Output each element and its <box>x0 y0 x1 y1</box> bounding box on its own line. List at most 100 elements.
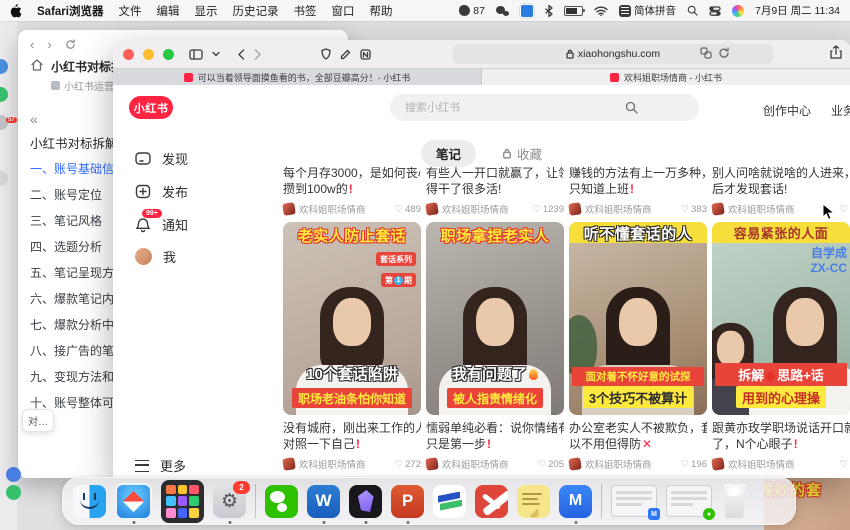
tab-collections[interactable]: 收藏 <box>502 144 542 163</box>
apple-menu-icon[interactable] <box>10 4 22 18</box>
xiaohongshu-logo[interactable]: 小红书 <box>129 96 173 119</box>
floating-app-icon[interactable] <box>6 467 21 482</box>
extension-icon[interactable] <box>340 49 351 60</box>
translate-icon[interactable] <box>700 47 712 59</box>
sidebar-item-publish[interactable]: 发布 <box>135 182 188 201</box>
dock-obsidian-icon[interactable] <box>349 485 382 518</box>
heart-icon[interactable]: ♡ <box>681 459 690 470</box>
search-icon[interactable] <box>625 101 638 119</box>
minimize-window-button[interactable] <box>143 49 154 60</box>
note-caption[interactable]: 没有城府，刚出来工作的人，来 对照一下自己! 欢科姐职场情商♡272 <box>283 420 421 471</box>
back-icon[interactable]: ‹ <box>30 37 34 52</box>
sidebar-item-me[interactable]: 我 <box>135 247 176 266</box>
floating-note-widget[interactable]: 对… <box>22 409 54 432</box>
caption-line: 只是第一步 <box>426 437 486 451</box>
bluetooth-icon[interactable] <box>545 5 553 17</box>
siri-icon[interactable] <box>732 5 744 17</box>
menu-item-file[interactable]: 文件 <box>118 3 141 19</box>
tab-notes[interactable]: 笔记 <box>421 140 476 167</box>
heart-icon[interactable]: ♡ <box>532 204 541 215</box>
heart-icon[interactable]: ♡ <box>538 459 547 470</box>
dock-system-settings-icon[interactable]: ⚙2 <box>213 485 246 518</box>
dock-stickies-icon[interactable] <box>517 485 550 518</box>
note-card-text[interactable]: 有些人一开口就赢了，让领导觉 得干了很多活! 欢科姐职场情商♡1239 <box>426 165 564 216</box>
minimized-window-thumbnail[interactable]: M <box>611 485 657 517</box>
creator-center-link[interactable]: 创作中心 <box>763 102 811 119</box>
wechat-status-icon[interactable] <box>496 6 509 16</box>
notion-extension-icon[interactable] <box>360 49 371 60</box>
menu-item-edit[interactable]: 编辑 <box>156 3 179 19</box>
home-icon[interactable] <box>30 58 44 72</box>
dock-divider <box>255 484 256 518</box>
menu-item-help[interactable]: 帮助 <box>369 3 392 19</box>
menu-item-window[interactable]: 窗口 <box>331 3 354 19</box>
browser-tab[interactable]: 可以当着领导面摸鱼看的书，全部豆瓣高分！- 小红书 <box>113 69 482 86</box>
cover-subtitle: 拆解 <box>738 368 764 383</box>
heart-icon[interactable]: ♡ <box>395 459 404 470</box>
dock-modao-icon[interactable]: M <box>559 485 592 518</box>
dock-trash-icon[interactable] <box>721 484 748 518</box>
dock-safari-icon[interactable] <box>115 483 152 520</box>
battery-icon[interactable] <box>564 6 583 16</box>
note-grid: 每个月存3000，是如何丧心病狂 攒到100w的! 欢科姐职场情商♡489 老实… <box>283 165 850 471</box>
modao-badge-icon: M <box>648 508 660 520</box>
business-link[interactable]: 业务 <box>831 102 850 119</box>
note-card-text[interactable]: 赚钱的方法有上一万多种，你却 只知道上班! 欢科姐职场情商♡383 <box>569 165 707 216</box>
menu-item-view[interactable]: 显示 <box>194 3 217 19</box>
floating-app-icon[interactable] <box>6 485 21 500</box>
sidebar-item-notifications[interactable]: 99+ 通知 <box>135 215 188 234</box>
dock-xmind-icon[interactable] <box>475 485 508 518</box>
back-icon[interactable] <box>237 49 245 60</box>
heart-icon[interactable]: ♡ <box>839 459 848 470</box>
note-caption[interactable]: 办公室老实人不被欺负，套话可 以不用但得防✕ 欢科姐职场情商♡196 <box>569 420 707 471</box>
note-caption[interactable]: 懦弱单纯必看：说你情绪有问题 只是第一步! 欢科姐职场情商♡205 <box>426 420 564 471</box>
avatar <box>0 87 8 102</box>
zoom-window-button[interactable] <box>163 49 174 60</box>
dock-finder-icon[interactable] <box>73 485 106 518</box>
input-source-icon[interactable] <box>520 4 534 18</box>
sidebar-toggle-icon[interactable] <box>189 49 203 60</box>
sidebar-item-more[interactable]: 更多 <box>135 456 186 475</box>
heart-icon[interactable]: ♡ <box>839 204 848 215</box>
dock-launchpad-icon[interactable] <box>161 480 204 523</box>
author-name: 欢科姐职场情商 <box>585 457 677 471</box>
dock-word-icon[interactable]: W <box>307 485 340 518</box>
dock-docs-app-icon[interactable] <box>433 485 466 518</box>
chevron-down-icon[interactable] <box>212 51 220 57</box>
reload-icon[interactable] <box>718 47 730 59</box>
minimized-window-thumbnail[interactable]: ● <box>666 485 712 517</box>
spotlight-icon[interactable] <box>687 5 698 16</box>
control-center-icon[interactable] <box>709 6 721 16</box>
forward-icon[interactable]: › <box>47 37 51 52</box>
menu-bar-clock[interactable]: 7月9日 周二 11:34 <box>755 3 840 18</box>
input-method-indicator[interactable]: 简体拼音 <box>619 3 676 18</box>
watermark: 自学成 ZX-CC <box>810 246 847 276</box>
browser-tab-active[interactable]: 欢科姐职场情商 - 小红书 <box>482 69 850 86</box>
close-window-button[interactable] <box>123 49 134 60</box>
share-icon[interactable] <box>830 45 842 64</box>
reload-icon[interactable] <box>65 39 76 50</box>
exclamation-mark: ! <box>356 437 360 451</box>
dock-powerpoint-icon[interactable]: P <box>391 485 424 518</box>
cover-subtitle: 我有问题了 <box>452 366 527 383</box>
note-caption[interactable]: 跟黄亦玫学职场说话开口就赢 了，N个心眼子! 欢科姐职场情商♡ <box>712 420 850 471</box>
avatar <box>135 248 152 265</box>
book-icon <box>51 81 60 90</box>
privacy-shield-icon[interactable] <box>321 48 331 60</box>
search-input[interactable] <box>390 94 699 121</box>
menu-item-history[interactable]: 历史记录 <box>232 3 278 19</box>
status-app-icon[interactable]: 87 <box>459 5 485 17</box>
avatar <box>282 457 296 471</box>
dock-wechat-icon[interactable] <box>265 485 298 518</box>
forward-icon[interactable] <box>254 49 262 60</box>
note-card-image[interactable]: 职场拿捏老实人 我有问题了 被人指责情绪化 <box>426 222 564 415</box>
note-card-image[interactable]: 老实人防止套话 套话系列 第1期 10个套话陷阱 职场老油条怕你知道 <box>283 222 421 415</box>
menu-item-bookmarks[interactable]: 书签 <box>293 3 316 19</box>
note-card-text[interactable]: 每个月存3000，是如何丧心病狂 攒到100w的! 欢科姐职场情商♡489 <box>283 165 421 216</box>
heart-icon[interactable]: ♡ <box>681 204 690 215</box>
note-card-image[interactable]: 容易紧张的人面 自学成 ZX-CC 拆解思路+话 用到的心理操 <box>712 222 850 415</box>
menu-app-name[interactable]: Safari浏览器 <box>37 3 103 19</box>
note-card-image[interactable]: 听不懂套话的人 面对着不怀好意的试探 3个技巧不被算计 <box>569 222 707 415</box>
heart-icon[interactable]: ♡ <box>395 204 404 215</box>
wifi-icon[interactable] <box>594 6 608 16</box>
